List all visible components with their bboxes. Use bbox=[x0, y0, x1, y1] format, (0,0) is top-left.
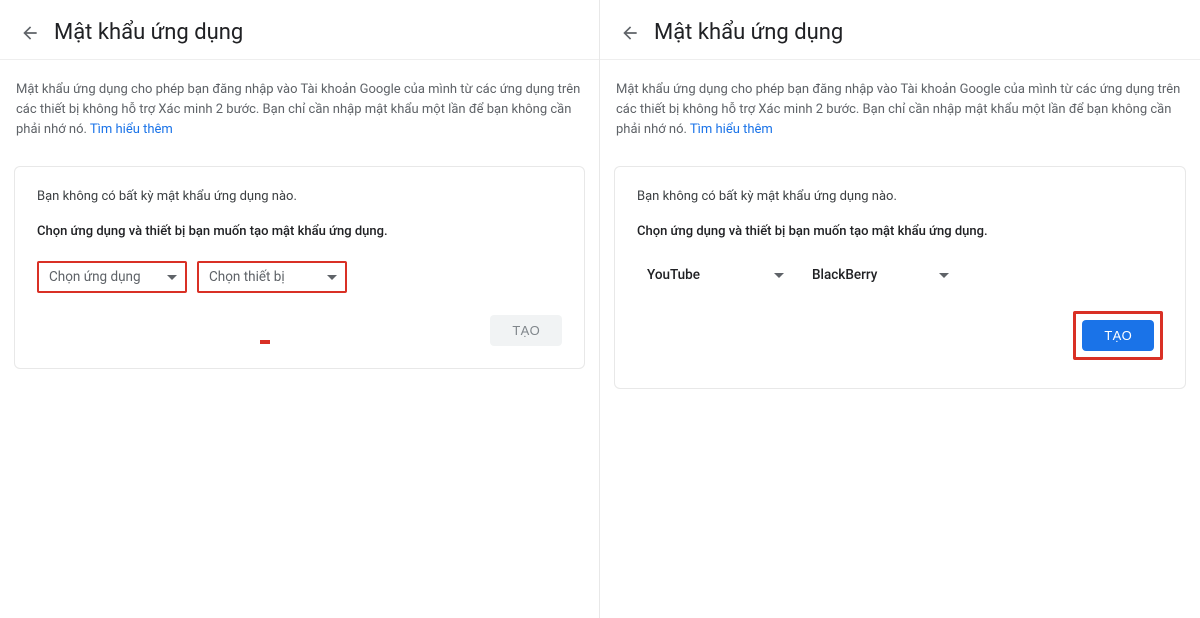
app-password-card-right: Bạn không có bất kỳ mật khẩu ứng dụng nà… bbox=[614, 166, 1186, 389]
chevron-down-icon bbox=[167, 275, 177, 280]
description-left: Mật khẩu ứng dụng cho phép bạn đăng nhập… bbox=[0, 60, 599, 150]
button-row-right: TẠO bbox=[637, 311, 1163, 360]
app-password-card-left: Bạn không có bất kỳ mật khẩu ứng dụng nà… bbox=[14, 166, 585, 369]
header-right: Mật khẩu ứng dụng bbox=[600, 0, 1200, 60]
selectors-row: Chọn ứng dụng Chọn thiết bị bbox=[37, 261, 562, 293]
chevron-down-icon bbox=[327, 275, 337, 280]
annotation-mark bbox=[260, 340, 270, 344]
select-device-dropdown[interactable]: BlackBerry bbox=[802, 261, 957, 289]
selected-device-value: BlackBerry bbox=[812, 267, 877, 283]
chevron-down-icon bbox=[774, 273, 784, 278]
button-row-left: TẠO bbox=[37, 315, 562, 346]
no-passwords-text: Bạn không có bất kỳ mật khẩu ứng dụng nà… bbox=[637, 189, 1163, 204]
instruction-text: Chọn ứng dụng và thiết bị bạn muốn tạo m… bbox=[37, 224, 562, 239]
chevron-down-icon bbox=[939, 273, 949, 278]
instruction-text: Chọn ứng dụng và thiết bị bạn muốn tạo m… bbox=[637, 224, 1163, 239]
selected-app-value: YouTube bbox=[647, 267, 700, 283]
select-device-label: Chọn thiết bị bbox=[209, 269, 285, 285]
select-device-dropdown[interactable]: Chọn thiết bị bbox=[197, 261, 347, 293]
header-left: Mật khẩu ứng dụng bbox=[0, 0, 599, 60]
create-button[interactable]: TẠO bbox=[1082, 320, 1154, 351]
create-button-highlight: TẠO bbox=[1073, 311, 1163, 360]
back-arrow-icon[interactable] bbox=[20, 23, 40, 43]
learn-more-link[interactable]: Tìm hiểu thêm bbox=[690, 122, 773, 137]
select-app-dropdown[interactable]: YouTube bbox=[637, 261, 792, 289]
select-app-label: Chọn ứng dụng bbox=[49, 269, 141, 285]
description-right: Mật khẩu ứng dụng cho phép bạn đăng nhập… bbox=[600, 60, 1200, 150]
selectors-row: YouTube BlackBerry bbox=[637, 261, 1163, 289]
back-arrow-icon[interactable] bbox=[620, 23, 640, 43]
left-panel: Mật khẩu ứng dụng Mật khẩu ứng dụng cho … bbox=[0, 0, 600, 618]
page-title: Mật khẩu ứng dụng bbox=[54, 20, 243, 45]
select-app-dropdown[interactable]: Chọn ứng dụng bbox=[37, 261, 187, 293]
learn-more-link[interactable]: Tìm hiểu thêm bbox=[90, 122, 173, 137]
right-panel: Mật khẩu ứng dụng Mật khẩu ứng dụng cho … bbox=[600, 0, 1200, 618]
no-passwords-text: Bạn không có bất kỳ mật khẩu ứng dụng nà… bbox=[37, 189, 562, 204]
page-title: Mật khẩu ứng dụng bbox=[654, 20, 843, 45]
create-button-disabled[interactable]: TẠO bbox=[490, 315, 562, 346]
